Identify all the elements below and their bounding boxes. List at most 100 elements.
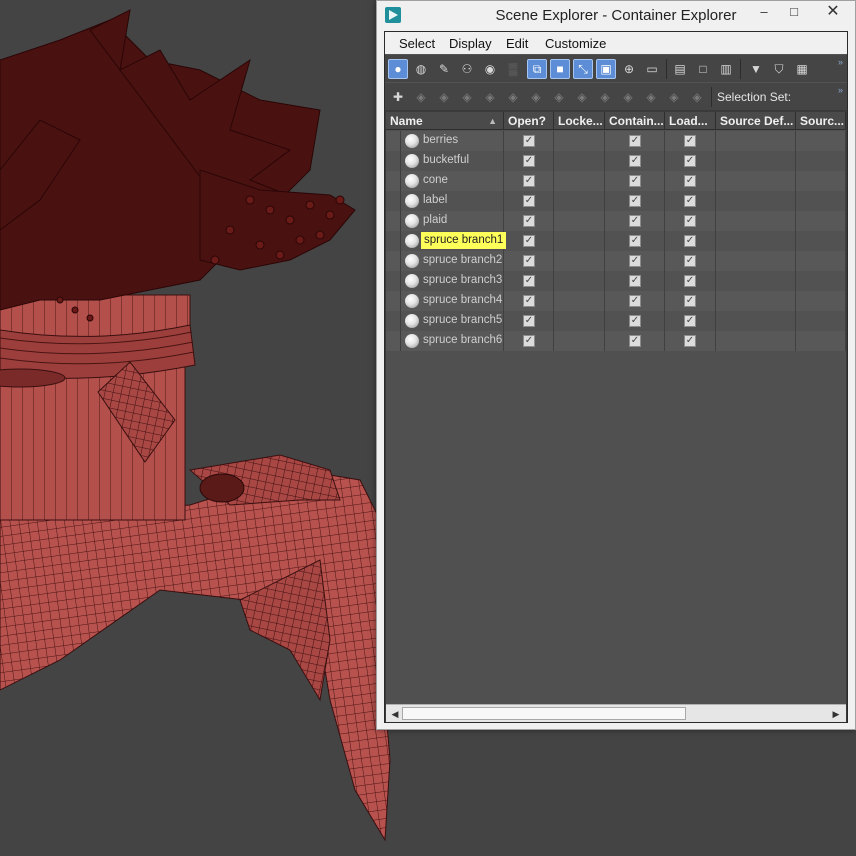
filter-icon[interactable]: ▼ [746,59,766,79]
table-row[interactable]: bucketful ✓ ✓ ✓ [386,151,846,171]
contains-checkbox[interactable]: ✓ [629,215,641,227]
title-bar[interactable]: Scene Explorer - Container Explorer – □ … [377,1,855,31]
name-cell[interactable]: spruce branch1 [386,231,507,251]
object-name[interactable]: plaid [423,214,447,226]
contains-checkbox[interactable]: ✓ [629,195,641,207]
select-none-icon[interactable]: ◍ [411,59,431,79]
scrollbar-thumb[interactable] [402,707,686,720]
select-all-icon[interactable]: ● [388,59,408,79]
table-row[interactable]: spruce branch6 ✓ ✓ ✓ [386,331,846,351]
display-bones-icon[interactable]: ▭ [642,59,662,79]
name-cell[interactable]: spruce branch5 [386,311,504,331]
object-sphere-icon[interactable] [405,214,419,228]
contains-checkbox[interactable]: ✓ [629,175,641,187]
container-edit-icon[interactable]: ◈ [526,87,546,107]
name-cell[interactable]: spruce branch3 [386,271,504,291]
open-checkbox[interactable]: ✓ [523,255,535,267]
open-checkbox[interactable]: ✓ [523,155,535,167]
container-lock-icon[interactable]: ◈ [641,87,661,107]
object-sphere-icon[interactable] [405,154,419,168]
object-name[interactable]: spruce branch4 [423,294,502,306]
display-helpers-icon[interactable]: ■ [550,59,570,79]
column-header-locked[interactable]: Locke... [554,112,605,130]
display-groups-icon[interactable]: ▣ [596,59,616,79]
container-unlock-icon[interactable]: ◈ [664,87,684,107]
container-make-unique-icon[interactable]: ◈ [687,87,707,107]
open-checkbox[interactable]: ✓ [523,315,535,327]
object-sphere-icon[interactable] [405,274,419,288]
open-checkbox[interactable]: ✓ [523,175,535,187]
contains-checkbox[interactable]: ✓ [629,335,641,347]
name-cell[interactable]: bucketful [386,151,504,171]
menu-select[interactable]: Select [399,36,435,51]
container-add-icon[interactable]: ◈ [411,87,431,107]
table-row[interactable]: berries ✓ ✓ ✓ [386,131,846,151]
loaded-checkbox[interactable]: ✓ [684,255,696,267]
loaded-checkbox[interactable]: ✓ [684,215,696,227]
object-name[interactable]: spruce branch5 [423,314,502,326]
loaded-checkbox[interactable]: ✓ [684,195,696,207]
open-checkbox[interactable]: ✓ [523,195,535,207]
selection-set-label[interactable]: Selection Set: [717,90,791,104]
object-name[interactable]: spruce branch6 [423,334,502,346]
open-checkbox[interactable]: ✓ [523,235,535,247]
toolbar-overflow-icon[interactable]: » [838,85,843,95]
container-update-icon[interactable]: ◈ [595,87,615,107]
object-name[interactable]: spruce branch1 [421,232,507,249]
contains-checkbox[interactable]: ✓ [629,315,641,327]
table-row[interactable]: spruce branch4 ✓ ✓ ✓ [386,291,846,311]
minimize-button[interactable]: – [749,1,779,25]
object-name[interactable]: berries [423,134,458,146]
table-row[interactable]: plaid ✓ ✓ ✓ [386,211,846,231]
object-sphere-icon[interactable] [405,134,419,148]
column-header-loaded[interactable]: Load... [665,112,716,130]
loaded-checkbox[interactable]: ✓ [684,315,696,327]
display-xrefs-icon[interactable]: ⊕ [619,59,639,79]
open-checkbox[interactable]: ✓ [523,295,535,307]
container-create-icon[interactable]: ✚ [388,87,408,107]
object-name[interactable]: spruce branch2 [423,254,502,266]
column-header-open[interactable]: Open? [504,112,554,130]
menu-edit[interactable]: Edit [506,36,528,51]
loaded-checkbox[interactable]: ✓ [684,175,696,187]
container-merge-icon[interactable]: ◈ [457,87,477,107]
list-view-icon[interactable]: ▤ [670,59,690,79]
table-row[interactable]: label ✓ ✓ ✓ [386,191,846,211]
object-sphere-icon[interactable] [405,194,419,208]
name-cell[interactable]: plaid [386,211,504,231]
container-open-icon[interactable]: ◈ [503,87,523,107]
object-sphere-icon[interactable] [405,294,419,308]
object-sphere-icon[interactable] [405,314,419,328]
container-close-icon[interactable]: ◈ [480,87,500,107]
object-name[interactable]: spruce branch3 [423,274,502,286]
filter-edit-icon[interactable]: ⛉ [769,59,789,79]
scene-table[interactable]: Name ▲ Open? Locke... Contain... Load... … [386,112,846,704]
object-name[interactable]: bucketful [423,154,469,166]
table-view-icon[interactable]: □ [693,59,713,79]
display-cameras-icon[interactable]: ⧉ [527,59,547,79]
loaded-checkbox[interactable]: ✓ [684,235,696,247]
display-spacewarps-icon[interactable]: ⤡ [573,59,593,79]
table-row[interactable]: spruce branch3 ✓ ✓ ✓ [386,271,846,291]
column-header-name[interactable]: Name ▲ [386,112,504,130]
contains-checkbox[interactable]: ✓ [629,255,641,267]
name-cell[interactable]: berries [386,131,504,151]
container-save-icon[interactable]: ◈ [549,87,569,107]
column-header-source[interactable]: Sourc... [796,112,846,130]
columns-icon[interactable]: ▥ [716,59,736,79]
contains-checkbox[interactable]: ✓ [629,135,641,147]
layer-icon[interactable]: ▦ [792,59,812,79]
name-cell[interactable]: cone [386,171,504,191]
column-header-contains[interactable]: Contain... [605,112,665,130]
column-header-source-definition[interactable]: Source Def... [716,112,796,130]
object-name[interactable]: cone [423,174,448,186]
horizontal-scrollbar[interactable]: ◀ ▶ [386,704,846,722]
scroll-right-arrow-icon[interactable]: ▶ [830,708,842,720]
name-cell[interactable]: spruce branch2 [386,251,504,271]
object-sphere-icon[interactable] [405,174,419,188]
object-sphere-icon[interactable] [405,254,419,268]
contains-checkbox[interactable]: ✓ [629,275,641,287]
menu-display[interactable]: Display [449,36,492,51]
loaded-checkbox[interactable]: ✓ [684,155,696,167]
display-lights-icon[interactable]: ▒ [503,59,523,79]
